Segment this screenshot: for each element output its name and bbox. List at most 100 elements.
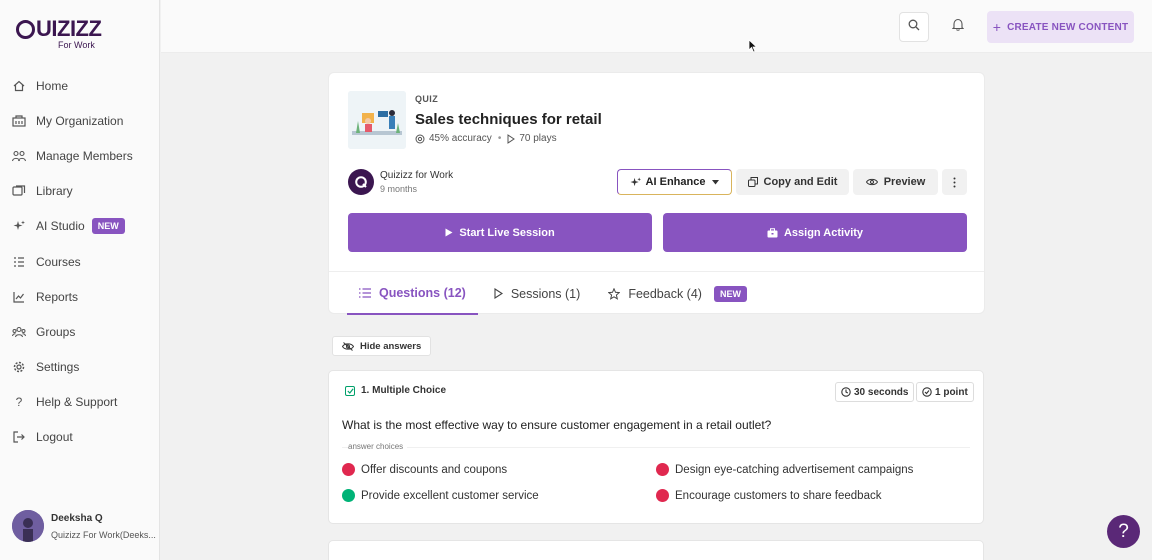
sparkle-icon (12, 219, 26, 233)
sidebar-item-label: Groups (36, 324, 76, 339)
tab-feedback[interactable]: Feedback (4) NEW (596, 272, 759, 315)
sidebar-item-courses[interactable]: Courses (0, 244, 160, 279)
quiz-type-label: QUIZ (415, 94, 439, 104)
create-new-content-button[interactable]: + CREATE NEW CONTENT (987, 11, 1134, 43)
sparkle-icon (630, 176, 641, 188)
quiz-thumbnail (348, 91, 406, 149)
play-icon (507, 133, 516, 144)
assign-activity-button[interactable]: Assign Activity (663, 213, 967, 252)
sidebar-item-logout[interactable]: Logout (0, 420, 160, 455)
gear-icon (12, 360, 26, 374)
list-icon (359, 287, 371, 298)
mouse-cursor-icon (748, 39, 758, 58)
ai-enhance-label: AI Enhance (645, 176, 706, 188)
logo-text: UIZIZZ (36, 16, 102, 41)
start-live-session-button[interactable]: Start Live Session (348, 213, 652, 252)
more-options-button[interactable] (942, 169, 967, 195)
hide-answers-button[interactable]: Hide answers (332, 336, 432, 356)
ai-enhance-button[interactable]: AI Enhance (617, 169, 732, 195)
logout-icon (12, 430, 26, 444)
logo-q-icon (16, 19, 35, 39)
sidebar-item-label: Logout (36, 430, 73, 445)
eye-icon (865, 178, 878, 186)
courses-icon (12, 255, 26, 269)
tab-sessions[interactable]: Sessions (1) (482, 272, 592, 315)
sidebar-item-ai-studio[interactable]: AI Studio NEW (0, 209, 160, 244)
avatar (12, 510, 44, 542)
preview-button[interactable]: Preview (853, 169, 938, 195)
feedback-new-badge: NEW (713, 285, 747, 302)
create-new-content-label: CREATE NEW CONTENT (1007, 21, 1129, 33)
more-vertical-icon (953, 177, 956, 188)
sidebar-item-label: Library (36, 184, 73, 199)
preview-label: Preview (883, 176, 926, 188)
incorrect-indicator-icon (342, 463, 355, 476)
quiz-card: QUIZ Sales techniques for retail 45% acc… (328, 72, 985, 315)
points-badge[interactable]: 1 point (916, 382, 974, 402)
time-badge[interactable]: 30 seconds (835, 382, 915, 402)
sidebar-item-help-support[interactable]: ? Help & Support (0, 385, 160, 420)
answer-choice-text: Encourage customers to share feedback (675, 489, 882, 502)
owner-logo-icon (348, 169, 374, 195)
help-button[interactable]: ? (1107, 515, 1140, 548)
copy-and-edit-button[interactable]: Copy and Edit (736, 169, 849, 195)
sidebar-item-library[interactable]: Library (0, 174, 160, 209)
assign-activity-label: Assign Activity (783, 226, 864, 239)
sidebar-item-settings[interactable]: Settings (0, 350, 160, 385)
sidebar-item-label: Reports (36, 289, 79, 304)
sidebar-item-label: Home (36, 78, 69, 93)
sidebar-item-label: Settings (36, 360, 80, 375)
sidebar-item-label: Help & Support (36, 395, 118, 410)
content-tabs: Questions (12) Sessions (1) Feedback (4)… (347, 272, 763, 315)
start-live-session-label: Start Live Session (459, 226, 555, 239)
owner-name: Quizizz for Work (380, 170, 454, 181)
check-circle-icon (922, 387, 932, 397)
time-label: 30 seconds (854, 386, 909, 398)
user-profile[interactable]: Deeksha Q Quizizz For Work(Deeks... (12, 510, 156, 542)
eye-off-icon (342, 341, 354, 351)
chart-icon (12, 290, 26, 304)
question-icon: ? (15, 395, 23, 410)
tab-questions-label: Questions (12) (379, 285, 466, 300)
play-icon (494, 288, 503, 299)
quiz-accuracy: 45% accuracy (429, 133, 492, 144)
answer-choice-text: Provide excellent customer service (361, 489, 539, 502)
incorrect-indicator-icon (656, 489, 669, 502)
answers-divider (342, 447, 970, 448)
target-icon (415, 134, 425, 144)
tab-sessions-label: Sessions (1) (510, 286, 581, 301)
answer-choice-text: Design eye-catching advertisement campai… (675, 463, 914, 476)
notifications-button[interactable] (943, 12, 973, 42)
sidebar-item-label: Manage Members (36, 148, 133, 163)
star-icon (608, 287, 621, 300)
quiz-plays: 70 plays (519, 133, 557, 144)
sidebar-item-label: Courses (36, 254, 81, 269)
sidebar-item-manage-members[interactable]: Manage Members (0, 138, 160, 173)
logo[interactable]: UIZIZZ For Work (16, 18, 106, 52)
owner-time: 9 months (380, 184, 418, 194)
copy-icon (747, 177, 758, 187)
logo-subtitle: For Work (58, 40, 95, 50)
sidebar: UIZIZZ For Work Home My Organization Man… (0, 0, 160, 560)
sidebar-item-reports[interactable]: Reports (0, 279, 160, 314)
search-button[interactable] (899, 12, 929, 42)
checkbox-icon (345, 385, 355, 396)
question-card-next (328, 540, 984, 560)
answer-choice: Encourage customers to share feedback (656, 489, 881, 502)
correct-indicator-icon (342, 489, 355, 502)
user-name: Deeksha Q (51, 512, 103, 524)
plus-icon: + (992, 19, 1002, 35)
question-mark-icon: ? (1118, 520, 1129, 542)
owner-info[interactable]: Quizizz for Work 9 months (348, 169, 453, 195)
new-badge: NEW (91, 218, 125, 235)
user-org: Quizizz For Work(Deeks... (51, 529, 156, 540)
sidebar-item-groups[interactable]: Groups (0, 314, 160, 349)
question-text: What is the most effective way to ensure… (342, 418, 772, 432)
sidebar-item-my-organization[interactable]: My Organization (0, 103, 160, 138)
topbar: + CREATE NEW CONTENT (161, 0, 1152, 53)
users-icon (12, 149, 26, 163)
sidebar-item-home[interactable]: Home (0, 68, 160, 103)
question-header: 1. Multiple Choice (345, 385, 446, 396)
quiz-meta: 45% accuracy • 70 plays (415, 133, 557, 144)
tab-questions[interactable]: Questions (12) (347, 272, 478, 315)
